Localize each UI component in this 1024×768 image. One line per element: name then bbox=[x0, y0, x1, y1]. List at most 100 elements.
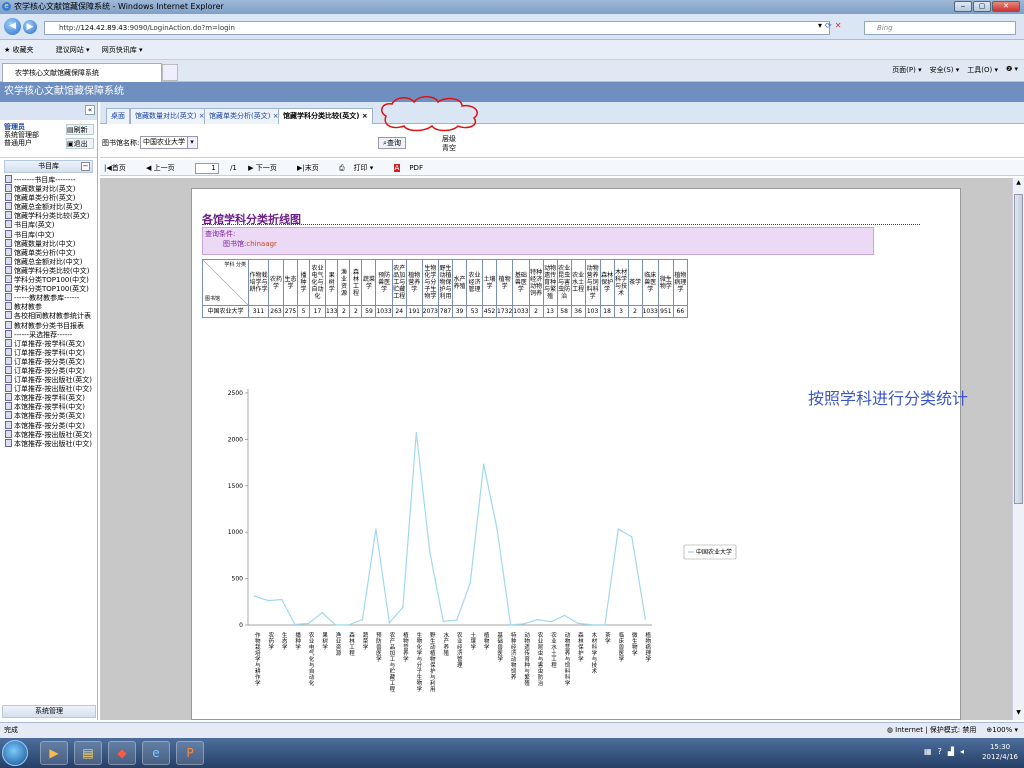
refresh-icon[interactable]: ⟳ bbox=[825, 21, 832, 30]
sidebar-item[interactable]: 馆藏单类分析(中文) bbox=[5, 248, 97, 257]
sidebar-item[interactable]: 本馆推荐-按学科(英文) bbox=[5, 393, 97, 402]
sidebar-item[interactable]: 本馆推荐-按分类(英文) bbox=[5, 411, 97, 420]
maximize-button[interactable]: ▢ bbox=[973, 1, 991, 12]
report-page: 各馆学科分类折线图 查询条件: 图书馆:chinaagr 学科 分类 图书馆 作… bbox=[191, 188, 968, 720]
sidebar-item[interactable]: 书目库(中文) bbox=[5, 230, 97, 239]
sidebar-item[interactable]: 各校相同教材教参统计表 bbox=[5, 311, 97, 320]
sidebar-item[interactable]: 订单推荐-按出版社(中文) bbox=[5, 384, 97, 393]
taskbar-media-icon[interactable]: ▶ bbox=[40, 741, 68, 765]
fav-item-suggested[interactable]: 建议网站 ▾ bbox=[56, 46, 90, 54]
line-chart: 05001000150020002500作物栽培学与耕作学 农药学 生态学 播种学 农业… bbox=[228, 389, 737, 693]
favorites-label: 收藏夹 bbox=[12, 46, 34, 54]
url-input[interactable]: http://124.42.89.43:9090/LoginAction.do?… bbox=[44, 21, 830, 35]
query-button[interactable]: ⌕查询 bbox=[378, 137, 406, 149]
sidebar-item[interactable]: 馆藏总金额对比(中文) bbox=[5, 257, 97, 266]
sidebar-item[interactable]: 订单推荐-按学科(中文) bbox=[5, 348, 97, 357]
sidebar-item[interactable]: ------采选推荐------ bbox=[5, 330, 97, 339]
fav-item-webslice[interactable]: 网页快讯库 ▾ bbox=[102, 46, 143, 54]
back-button[interactable]: ◀ bbox=[4, 18, 21, 35]
table-header-cell: 预防兽医学 bbox=[375, 259, 393, 306]
close-button[interactable]: ✕ bbox=[992, 1, 1020, 12]
report-scrollbar[interactable]: ▲ ▼ bbox=[1012, 178, 1024, 720]
tray-keyboard-icon[interactable]: ▦ bbox=[924, 747, 932, 756]
sidebar-item[interactable]: 本馆推荐-按出版社(英文) bbox=[5, 430, 97, 439]
section-header-books[interactable]: 书目库 − bbox=[4, 160, 93, 173]
zone-indicator[interactable]: ◍ Internet | 保护模式: 禁用 bbox=[887, 723, 977, 738]
start-button[interactable] bbox=[2, 740, 28, 766]
tab-close-icon[interactable]: × bbox=[362, 112, 368, 120]
data-point bbox=[604, 624, 606, 626]
sidebar-item[interactable]: 馆藏单类分析(英文) bbox=[5, 193, 97, 202]
search-input[interactable]: Bing bbox=[864, 21, 1016, 35]
sidebar-item[interactable]: --------书目库-------- bbox=[5, 175, 97, 184]
tool-help[interactable]: ❷ ▾ bbox=[1006, 65, 1018, 75]
sidebar-item[interactable]: ------教材教参库------ bbox=[5, 293, 97, 302]
stop-icon[interactable]: ✕ bbox=[835, 21, 842, 30]
tab-single-class[interactable]: 馆藏单类分析(英文) × bbox=[204, 108, 284, 124]
clock[interactable]: 15:30 2012/4/16 bbox=[982, 742, 1018, 762]
sidebar-item[interactable]: 订单推荐-按分类(英文) bbox=[5, 357, 97, 366]
sidebar-item[interactable]: 馆藏数量对比(中文) bbox=[5, 239, 97, 248]
prev-page-button[interactable]: ◀ 上一页 bbox=[146, 164, 184, 172]
browser-tab[interactable]: 农学核心文献馆藏保障系统 bbox=[2, 63, 162, 82]
x-tick-label: 木材科学与技术 bbox=[590, 631, 597, 675]
page-number-input[interactable]: 1 bbox=[194, 162, 219, 174]
sidebar-item[interactable]: 馆藏数量对比(英文) bbox=[5, 184, 97, 193]
logout-button[interactable]: ▣退出 bbox=[66, 138, 94, 149]
sidebar-top: « bbox=[0, 102, 97, 120]
tool-tools[interactable]: 工具(O) ▾ bbox=[967, 65, 998, 75]
sidebar-item[interactable]: 订单推荐-按出版社(英文) bbox=[5, 375, 97, 384]
sidebar-item[interactable]: 馆藏学科分类比较(英文) bbox=[5, 211, 97, 220]
taskbar-ie-icon[interactable]: e bbox=[142, 741, 170, 765]
sidebar-item[interactable]: 馆藏学科分类比较(中文) bbox=[5, 266, 97, 275]
library-select[interactable]: 中国农业大学 ▾ bbox=[140, 136, 198, 149]
pdf-button[interactable]: A PDF bbox=[393, 164, 432, 172]
new-tab-button[interactable] bbox=[162, 64, 178, 81]
collapse-sidebar-icon[interactable]: « bbox=[85, 105, 95, 115]
data-point bbox=[631, 535, 633, 538]
tool-page[interactable]: 页面(P) ▾ bbox=[892, 65, 921, 75]
sidebar-item[interactable]: 本馆推荐-按学科(中文) bbox=[5, 402, 97, 411]
forward-button[interactable]: ▶ bbox=[23, 20, 37, 34]
section-header-sysadmin[interactable]: 系统管理 bbox=[2, 705, 96, 718]
refresh-button[interactable]: ▤刷新 bbox=[66, 124, 94, 135]
y-tick-label: 500 bbox=[232, 576, 244, 583]
tab-holdings-count[interactable]: 馆藏数量对比(英文) × bbox=[130, 108, 210, 124]
print-button[interactable]: ⎙ 打印 ▾ bbox=[339, 164, 382, 172]
table-header-cell: 茶学 bbox=[627, 259, 643, 306]
sidebar-item[interactable]: 本馆推荐-按出版社(中文) bbox=[5, 439, 97, 448]
tab-desktop[interactable]: 桌面 bbox=[106, 108, 130, 124]
tab-subject-compare[interactable]: 馆藏学科分类比较(英文) × bbox=[278, 108, 373, 124]
sidebar-item[interactable]: 订单推荐-按学科(英文) bbox=[5, 339, 97, 348]
sidebar-item[interactable]: 订单推荐-按分类(中文) bbox=[5, 366, 97, 375]
tray-network-icon[interactable]: ▟ bbox=[948, 747, 954, 756]
zoom-control[interactable]: ⊕100% ▾ bbox=[986, 723, 1018, 738]
taskbar-folder-icon[interactable]: ▤ bbox=[74, 741, 102, 765]
sidebar-item[interactable]: 本馆推荐-按分类(中文) bbox=[5, 421, 97, 430]
sidebar-item[interactable]: 书目库(英文) bbox=[5, 220, 97, 229]
tray-volume-icon[interactable]: ◂ bbox=[960, 747, 964, 756]
scroll-up-icon[interactable]: ▲ bbox=[1014, 179, 1023, 189]
tool-safety[interactable]: 安全(S) ▾ bbox=[930, 65, 960, 75]
taskbar-powerpoint-icon[interactable]: P bbox=[176, 741, 204, 765]
sidebar-item[interactable]: 学科分类TOP100(英文) bbox=[5, 284, 97, 293]
sidebar-item[interactable]: 教材教参分类书目报表 bbox=[5, 321, 97, 330]
favorites-button[interactable]: ★ 收藏夹 bbox=[4, 46, 44, 54]
sidebar-item[interactable]: 教材教参 bbox=[5, 302, 97, 311]
data-point bbox=[415, 431, 418, 434]
app-title: 农学核心文献馆藏保障系统 bbox=[4, 86, 124, 97]
pdf-label: PDF bbox=[409, 164, 423, 172]
minimize-button[interactable]: ‒ bbox=[954, 1, 972, 12]
last-page-button[interactable]: ▶|末页 bbox=[297, 164, 328, 172]
scroll-thumb[interactable] bbox=[1014, 194, 1023, 504]
taskbar-app-icon[interactable]: ◆ bbox=[108, 741, 136, 765]
tray-help-icon[interactable]: ? bbox=[938, 747, 942, 756]
dropdown-icon[interactable]: ▾ bbox=[818, 21, 822, 30]
next-page-button[interactable]: ▶ 下一页 bbox=[248, 164, 286, 172]
table-header-cell: 生态学 bbox=[283, 259, 298, 306]
sidebar-item[interactable]: 馆藏总金额对比(英文) bbox=[5, 202, 97, 211]
collapse-section-icon[interactable]: − bbox=[81, 162, 90, 171]
sidebar-item[interactable]: 学科分类TOP100(中文) bbox=[5, 275, 97, 284]
scroll-down-icon[interactable]: ▼ bbox=[1014, 709, 1023, 719]
first-page-button[interactable]: |◀首页 bbox=[104, 164, 135, 172]
